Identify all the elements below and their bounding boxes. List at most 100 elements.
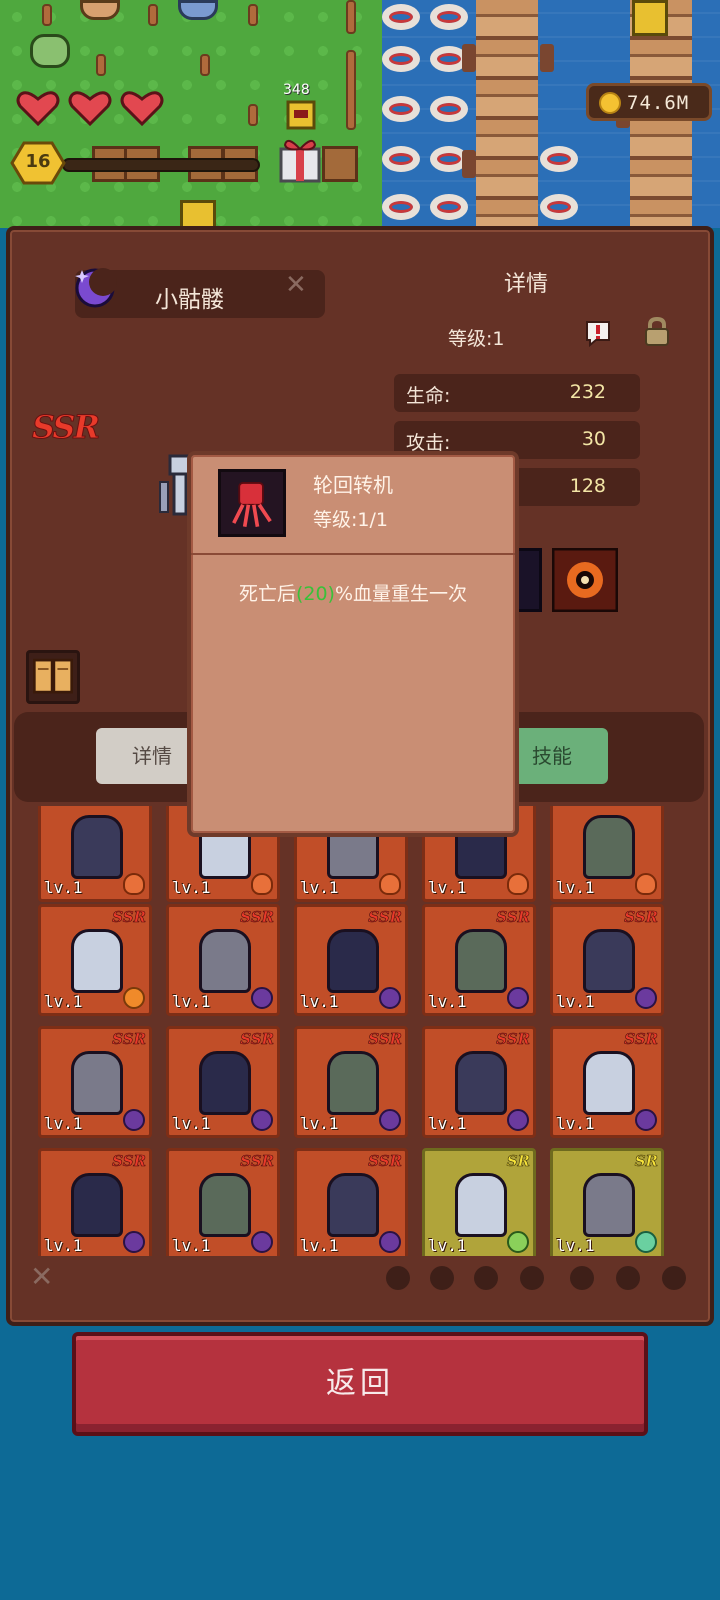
alert-icon[interactable] — [584, 319, 612, 347]
unit-card[interactable]: SSR lv.1 — [38, 1026, 152, 1138]
frog-sprite[interactable] — [30, 34, 70, 68]
stat-value: 128 — [569, 475, 606, 497]
unit-level: lv.1 — [428, 1236, 467, 1255]
unit-card[interactable]: lv.1 — [550, 806, 664, 902]
unit-sprite — [327, 1173, 379, 1237]
game-scene[interactable]: 16 348 74.6M — [0, 0, 720, 228]
fence-peg — [200, 54, 210, 76]
unit-card[interactable]: SSR lv.1 — [38, 904, 152, 1016]
lock-icon[interactable] — [644, 317, 670, 347]
unit-rarity: SSR — [368, 908, 402, 927]
eye-skill-icon[interactable] — [552, 548, 618, 612]
unit-rarity: SSR — [496, 908, 530, 927]
water-filter-icon[interactable] — [474, 1266, 498, 1290]
fire-element-icon — [379, 873, 401, 895]
lifebuoy — [382, 146, 420, 172]
coin-counter[interactable]: 74.6M — [586, 83, 712, 121]
flame-filter-icon[interactable] — [570, 1266, 594, 1290]
fire-element-icon — [507, 873, 529, 895]
unit-sprite — [199, 1051, 251, 1115]
unit-card[interactable]: lv.1 — [38, 806, 152, 902]
unit-sprite — [583, 929, 635, 993]
unit-level: lv.1 — [44, 992, 83, 1011]
fire-filter-icon[interactable] — [386, 1266, 410, 1290]
dock-post — [540, 44, 554, 72]
stat-row-hp: 生命: 232 — [394, 374, 640, 412]
close-icon[interactable]: ✕ — [285, 270, 307, 300]
lifebuoy — [540, 194, 578, 220]
lifebuoy — [382, 4, 420, 30]
unit-rarity: SSR — [368, 1030, 402, 1049]
unit-card[interactable]: SSR lv.1 — [166, 1148, 280, 1256]
unit-level: lv.1 — [172, 1114, 211, 1133]
moon-element-icon — [379, 987, 401, 1009]
earth-filter-icon[interactable] — [520, 1266, 544, 1290]
moon-element-icon — [379, 1109, 401, 1131]
treasure-chest[interactable] — [632, 0, 668, 36]
unit-card[interactable]: SR lv.1 — [422, 1148, 536, 1256]
unit-card[interactable]: SSR lv.1 — [550, 1026, 664, 1138]
unit-level: lv.1 — [556, 1114, 595, 1133]
book-icon[interactable] — [26, 650, 80, 704]
unit-rarity: SR — [634, 1152, 658, 1171]
fence-post — [346, 50, 356, 130]
moon-element-icon — [123, 1231, 145, 1253]
unit-level: lv.1 — [556, 1236, 595, 1255]
unit-rarity: SSR — [112, 908, 146, 927]
return-button[interactable]: 返回 — [72, 1332, 648, 1436]
fire-element-icon — [635, 873, 657, 895]
moon-filter-icon[interactable] — [662, 1266, 686, 1290]
unit-card[interactable]: SSR lv.1 — [294, 1026, 408, 1138]
lifebuoy — [382, 194, 420, 220]
wind-element-icon — [635, 1231, 657, 1253]
unit-level: lv.1 — [172, 1236, 211, 1255]
treasure-chest[interactable] — [180, 200, 216, 228]
dock-post — [462, 44, 476, 72]
unit-card[interactable]: SSR lv.1 — [422, 904, 536, 1016]
unit-level: lv.1 — [300, 878, 339, 897]
gift-count: 348 — [283, 82, 310, 98]
skill-level: 等级:1/1 — [313, 509, 388, 531]
lifebuoy — [540, 146, 578, 172]
unit-grid: lv.1 lv.1 lv.1 lv.1 lv.1 SSR lv.1 SSR lv.1 SSR lv.… — [38, 806, 688, 1256]
unit-card[interactable]: SSR lv.1 — [550, 904, 664, 1016]
fire-element-icon — [251, 873, 273, 895]
skill-tooltip: 轮回转机 等级:1/1 死亡后(20)%血量重生一次 — [187, 451, 519, 837]
unit-card[interactable]: SSR lv.1 — [166, 904, 280, 1016]
sun-filter-icon[interactable] — [616, 1266, 640, 1290]
unit-card[interactable]: SSR lv.1 — [38, 1148, 152, 1256]
unit-card[interactable]: SSR lv.1 — [294, 904, 408, 1016]
fence-post — [346, 0, 356, 34]
return-button-label: 返回 — [326, 1366, 394, 1401]
leaf-element-icon — [507, 1231, 529, 1253]
unit-sprite — [455, 929, 507, 993]
trophy-icon[interactable] — [284, 100, 318, 132]
xp-bar — [62, 158, 260, 172]
unit-rarity: SSR — [624, 1030, 658, 1049]
unit-level: lv.1 — [44, 878, 83, 897]
critter-sprite[interactable] — [178, 0, 218, 20]
moon-element-icon — [635, 987, 657, 1009]
unit-card[interactable]: SSR lv.1 — [166, 1026, 280, 1138]
skill-name: 轮回转机 — [313, 473, 393, 497]
moon-element-icon — [251, 1231, 273, 1253]
sun-element-icon — [123, 987, 145, 1009]
unit-rarity: SSR — [112, 1030, 146, 1049]
lifebuoy — [430, 96, 468, 122]
skill-desc-value: (20) — [295, 583, 335, 605]
unit-card[interactable]: SSR lv.1 — [294, 1148, 408, 1256]
cloud-filter-icon[interactable] — [430, 1266, 454, 1290]
dock-post — [462, 150, 476, 178]
player-level-badge[interactable]: 16 — [10, 141, 66, 185]
critter-sprite[interactable] — [80, 0, 120, 20]
gift-box-icon[interactable] — [277, 131, 323, 185]
unit-card[interactable]: SSR lv.1 — [422, 1026, 536, 1138]
stat-label: 生命: — [406, 385, 451, 407]
moon-element-icon — [635, 1109, 657, 1131]
clear-filter-icon[interactable]: ✕ — [30, 1260, 53, 1293]
unit-sprite — [327, 1051, 379, 1115]
unit-card[interactable]: SR lv.1 — [550, 1148, 664, 1256]
unit-sprite — [199, 929, 251, 993]
unit-level: lv.1 — [300, 1114, 339, 1133]
coin-icon — [599, 92, 621, 114]
